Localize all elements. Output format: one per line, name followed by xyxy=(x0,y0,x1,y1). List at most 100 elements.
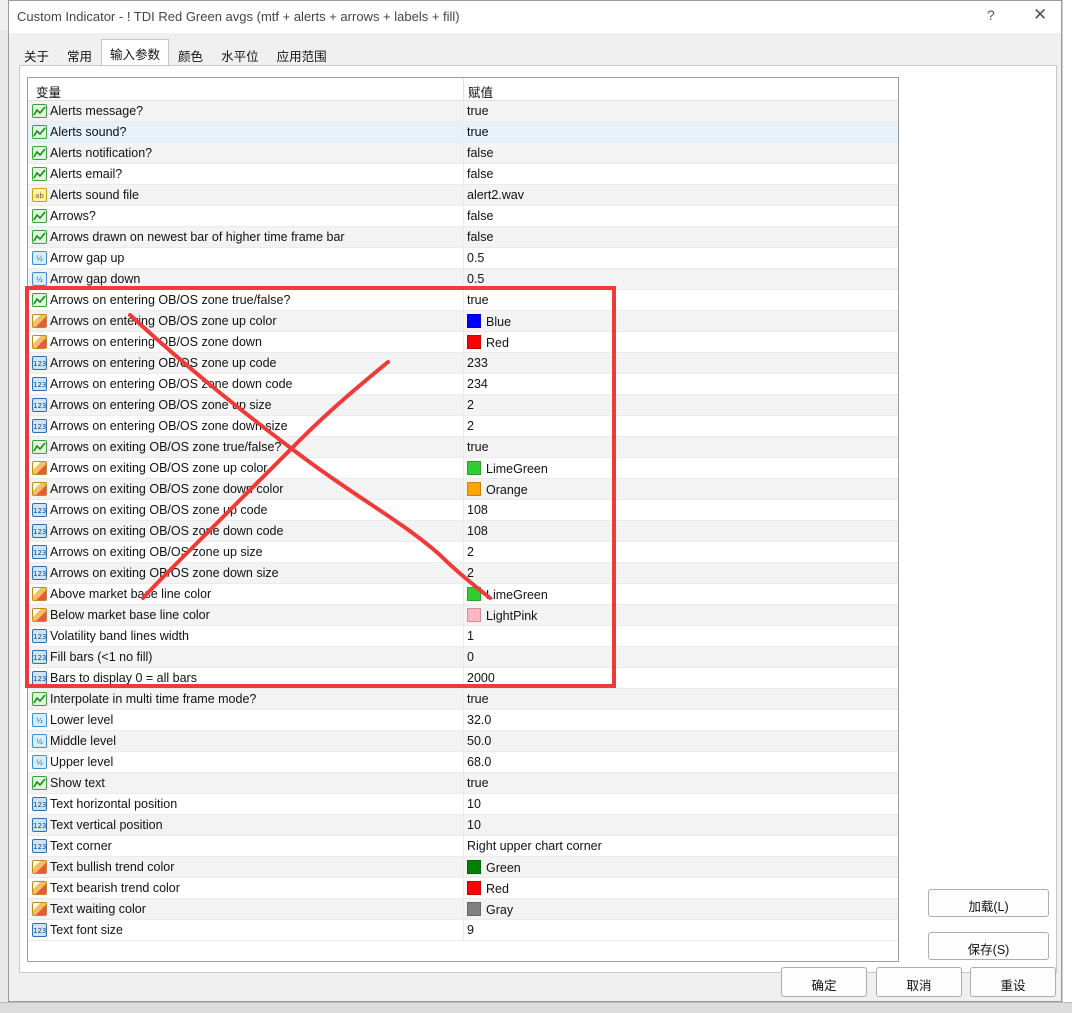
parameter-value[interactable]: 2 xyxy=(467,398,474,412)
table-row[interactable]: Arrows on entering OB/OS zone up color Bl… xyxy=(28,311,898,332)
table-row[interactable]: Alerts email? false xyxy=(28,164,898,185)
table-row[interactable]: 123 Arrows on entering OB/OS zone down si… xyxy=(28,416,898,437)
parameter-value[interactable]: LightPink xyxy=(467,608,537,623)
column-header-variable[interactable]: 变量 xyxy=(36,82,61,101)
tab-5[interactable]: 应用范围 xyxy=(268,41,336,67)
ok-button[interactable]: 确定 xyxy=(781,967,867,997)
table-row[interactable]: 123 Arrows on exiting OB/OS zone up code 1… xyxy=(28,500,898,521)
parameter-value[interactable]: true xyxy=(467,692,489,706)
parameter-name: Arrows on entering OB/OS zone down size xyxy=(50,419,288,433)
parameter-value[interactable]: 50.0 xyxy=(467,734,491,748)
table-row[interactable]: Arrows on entering OB/OS zone true/false… xyxy=(28,290,898,311)
table-row[interactable]: Arrows on exiting OB/OS zone true/false?… xyxy=(28,437,898,458)
parameter-value[interactable]: 9 xyxy=(467,923,474,937)
table-row[interactable]: ½ Arrow gap up 0.5 xyxy=(28,248,898,269)
parameter-value[interactable]: false xyxy=(467,209,493,223)
reset-button[interactable]: 重设 xyxy=(970,967,1056,997)
table-row[interactable]: Arrows? false xyxy=(28,206,898,227)
table-row[interactable]: Alerts notification? false xyxy=(28,143,898,164)
tab-4[interactable]: 水平位 xyxy=(212,41,268,67)
table-row[interactable]: Text bullish trend color Green xyxy=(28,857,898,878)
save-button[interactable]: 保存(S) xyxy=(928,932,1049,960)
column-header-value[interactable]: 赋值 xyxy=(468,82,493,101)
parameter-value[interactable]: Red xyxy=(467,881,509,896)
parameter-value[interactable]: 234 xyxy=(467,377,488,391)
table-row[interactable]: 123 Text horizontal position 10 xyxy=(28,794,898,815)
str-type-icon: ab xyxy=(32,188,47,202)
table-row[interactable]: ½ Middle level 50.0 xyxy=(28,731,898,752)
parameter-value[interactable]: Gray xyxy=(467,902,513,917)
tab-1[interactable]: 常用 xyxy=(58,41,101,67)
table-row[interactable]: ab Alerts sound file alert2.wav xyxy=(28,185,898,206)
parameter-value[interactable]: Green xyxy=(467,860,521,875)
table-row[interactable]: 123 Arrows on exiting OB/OS zone up size 2 xyxy=(28,542,898,563)
parameter-value[interactable]: LimeGreen xyxy=(467,587,548,602)
parameter-value[interactable]: 2000 xyxy=(467,671,495,685)
parameter-value[interactable]: Red xyxy=(467,335,509,350)
table-row[interactable]: Interpolate in multi time frame mode? tru… xyxy=(28,689,898,710)
table-row[interactable]: ½ Upper level 68.0 xyxy=(28,752,898,773)
cancel-button[interactable]: 取消 xyxy=(876,967,962,997)
table-row[interactable]: 123 Text corner Right upper chart corner xyxy=(28,836,898,857)
parameter-value[interactable]: 0 xyxy=(467,650,474,664)
parameter-value[interactable]: false xyxy=(467,146,493,160)
table-row[interactable]: Arrows on entering OB/OS zone down Red xyxy=(28,332,898,353)
table-row[interactable]: 123 Arrows on entering OB/OS zone up size… xyxy=(28,395,898,416)
parameter-value[interactable]: 2 xyxy=(467,566,474,580)
parameter-value[interactable]: true xyxy=(467,125,489,139)
parameter-value[interactable]: 10 xyxy=(467,797,481,811)
table-row[interactable]: 123 Arrows on entering OB/OS zone up code… xyxy=(28,353,898,374)
parameter-value[interactable]: true xyxy=(467,293,489,307)
table-row[interactable]: ½ Arrow gap down 0.5 xyxy=(28,269,898,290)
table-row[interactable]: 123 Bars to display 0 = all bars 2000 xyxy=(28,668,898,689)
close-icon[interactable]: ✕ xyxy=(1033,5,1047,25)
table-row[interactable]: Arrows drawn on newest bar of higher tim… xyxy=(28,227,898,248)
parameter-value[interactable]: true xyxy=(467,440,489,454)
table-row[interactable]: 123 Text font size 9 xyxy=(28,920,898,941)
parameter-value[interactable]: 32.0 xyxy=(467,713,491,727)
parameter-value[interactable]: false xyxy=(467,230,493,244)
table-row[interactable]: Show text true xyxy=(28,773,898,794)
parameter-value[interactable]: alert2.wav xyxy=(467,188,524,202)
table-row[interactable]: Arrows on exiting OB/OS zone down color O… xyxy=(28,479,898,500)
cell-divider xyxy=(463,857,464,878)
parameter-value[interactable]: true xyxy=(467,104,489,118)
parameter-value[interactable]: 2 xyxy=(467,419,474,433)
parameter-value[interactable]: 108 xyxy=(467,524,488,538)
table-row[interactable]: Arrows on exiting OB/OS zone up color Lim… xyxy=(28,458,898,479)
parameter-name: Alerts email? xyxy=(50,167,123,181)
help-icon[interactable]: ? xyxy=(987,7,995,23)
tab-3[interactable]: 颜色 xyxy=(169,41,212,67)
parameter-value[interactable]: 0.5 xyxy=(467,251,484,265)
table-row[interactable]: 123 Arrows on entering OB/OS zone down co… xyxy=(28,374,898,395)
table-row[interactable]: 123 Volatility band lines width 1 xyxy=(28,626,898,647)
table-row[interactable]: Text bearish trend color Red xyxy=(28,878,898,899)
column-divider[interactable] xyxy=(463,78,464,100)
parameter-value[interactable]: 233 xyxy=(467,356,488,370)
parameter-value[interactable]: Orange xyxy=(467,482,528,497)
tab-0[interactable]: 关于 xyxy=(15,41,58,67)
tab-2[interactable]: 输入参数 xyxy=(101,39,170,68)
table-row[interactable]: Text waiting color Gray xyxy=(28,899,898,920)
table-row[interactable]: 123 Arrows on exiting OB/OS zone down siz… xyxy=(28,563,898,584)
table-row[interactable]: 123 Fill bars (<1 no fill) 0 xyxy=(28,647,898,668)
parameter-value[interactable]: Blue xyxy=(467,314,511,329)
table-row[interactable]: Below market base line color LightPink xyxy=(28,605,898,626)
parameter-value[interactable]: Right upper chart corner xyxy=(467,839,602,853)
load-button[interactable]: 加载(L) xyxy=(928,889,1049,917)
table-row[interactable]: Alerts sound? true xyxy=(28,122,898,143)
parameter-value[interactable]: 10 xyxy=(467,818,481,832)
parameter-value[interactable]: 68.0 xyxy=(467,755,491,769)
parameter-value[interactable]: false xyxy=(467,167,493,181)
table-row[interactable]: 123 Arrows on exiting OB/OS zone down cod… xyxy=(28,521,898,542)
parameter-value[interactable]: LimeGreen xyxy=(467,461,548,476)
table-row[interactable]: 123 Text vertical position 10 xyxy=(28,815,898,836)
parameter-value[interactable]: 0.5 xyxy=(467,272,484,286)
table-row[interactable]: ½ Lower level 32.0 xyxy=(28,710,898,731)
parameter-value[interactable]: 108 xyxy=(467,503,488,517)
parameter-value[interactable]: true xyxy=(467,776,489,790)
parameter-value[interactable]: 2 xyxy=(467,545,474,559)
table-row[interactable]: Above market base line color LimeGreen xyxy=(28,584,898,605)
table-row[interactable]: Alerts message? true xyxy=(28,101,898,122)
parameter-value[interactable]: 1 xyxy=(467,629,474,643)
